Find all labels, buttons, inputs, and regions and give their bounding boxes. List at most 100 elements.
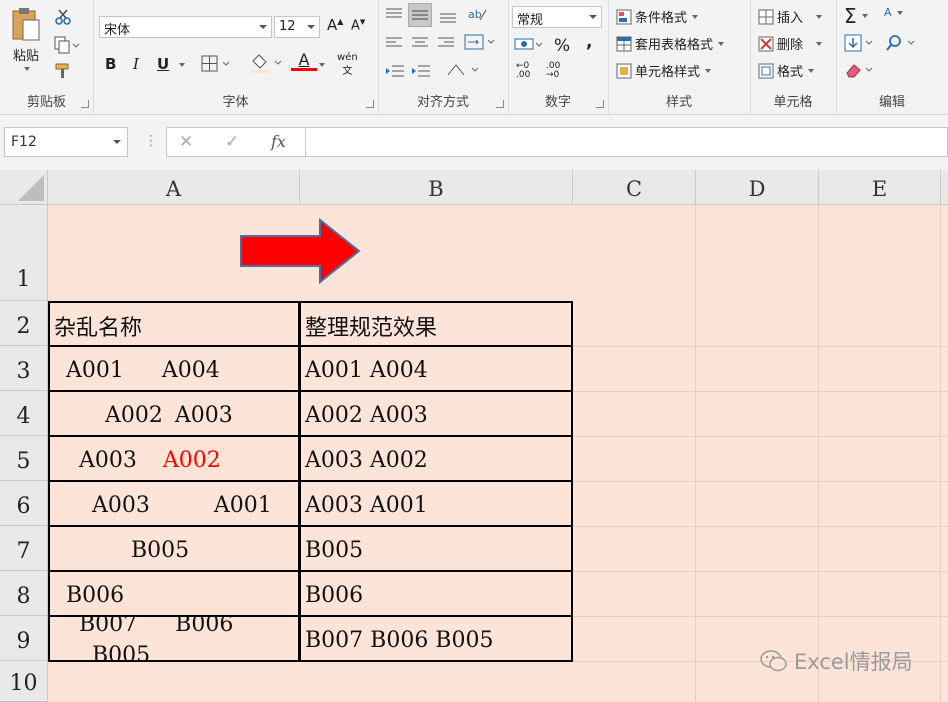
bold-button[interactable]: B: [105, 55, 116, 73]
phonetic-button[interactable]: wén 文: [337, 52, 358, 77]
font-launcher-icon[interactable]: [366, 100, 374, 108]
cell-a4[interactable]: A002 A003: [105, 403, 233, 428]
column-header-d[interactable]: D: [696, 170, 819, 205]
cell-a7[interactable]: B005: [131, 538, 189, 563]
cell-a9[interactable]: B007 B006 B005: [50, 617, 298, 661]
cell-a5[interactable]: A003 A002: [79, 448, 221, 473]
decrease-decimal-button[interactable]: .00 →0: [546, 62, 560, 80]
find-select-icon[interactable]: [886, 34, 920, 52]
align-bottom-icon[interactable]: [438, 6, 458, 24]
currency-icon[interactable]: [514, 36, 546, 54]
cell-a3[interactable]: A001 A004: [66, 358, 220, 383]
column-header-e[interactable]: E: [819, 170, 941, 205]
cell-styles-button[interactable]: 单元格样式: [616, 61, 712, 80]
cell-styles-label: 单元格样式: [635, 65, 701, 80]
cell-b9[interactable]: B007 B006 B005: [305, 628, 493, 653]
italic-button[interactable]: I: [133, 55, 139, 73]
cancel-icon[interactable]: ✕: [179, 132, 193, 152]
cell-b8[interactable]: B006: [305, 583, 363, 608]
gridline: [573, 616, 948, 617]
row-header-9[interactable]: 9: [0, 616, 48, 661]
align-right-icon[interactable]: [436, 36, 456, 50]
column-header-f[interactable]: [941, 170, 948, 205]
row-header-7[interactable]: 7: [0, 526, 48, 571]
grow-font-button[interactable]: A▲: [327, 16, 343, 34]
cell-b5[interactable]: A003 A002: [305, 448, 428, 473]
autosum-button[interactable]: Σ: [844, 4, 868, 28]
percent-button[interactable]: %: [554, 36, 570, 56]
alignment-group-label: 对齐方式: [416, 95, 469, 110]
comma-button[interactable]: ,: [586, 32, 592, 52]
name-box-dropdown-icon[interactable]: [113, 140, 121, 144]
font-size-value: 12: [279, 19, 296, 34]
clipboard-launcher-icon[interactable]: [81, 100, 89, 108]
row-header-10[interactable]: 10: [0, 661, 48, 702]
font-name-value: 宋体: [104, 23, 131, 38]
orientation-icon[interactable]: ab: [466, 4, 488, 24]
increase-indent-icon[interactable]: [410, 63, 432, 79]
align-left-icon[interactable]: [384, 36, 404, 50]
number-format-combo[interactable]: 常规: [512, 6, 602, 28]
merge-center-icon[interactable]: [444, 61, 484, 79]
column-header-c[interactable]: C: [573, 170, 696, 205]
select-all-corner[interactable]: [0, 170, 48, 205]
cells-group-label: 单元格: [773, 95, 813, 110]
column-header-a[interactable]: A: [48, 170, 300, 205]
row-header-2[interactable]: 2: [0, 301, 48, 346]
delete-cells-button[interactable]: 删除: [758, 34, 823, 53]
underline-dropdown-icon[interactable]: [179, 63, 185, 67]
formula-input[interactable]: [306, 127, 948, 157]
align-middle-button[interactable]: [408, 3, 432, 27]
cell-b2[interactable]: 整理规范效果: [305, 310, 437, 342]
font-size-combo[interactable]: 12: [274, 16, 320, 38]
cell-b4[interactable]: A002 A003: [305, 403, 428, 428]
font-color-button[interactable]: A: [291, 50, 317, 71]
cell-a4-part: A002: [105, 403, 163, 428]
confirm-icon[interactable]: ✓: [225, 132, 239, 152]
cell-b7[interactable]: B005: [305, 538, 363, 563]
insert-function-icon[interactable]: fx: [271, 132, 286, 151]
formula-bar-grip-icon[interactable]: ⋮: [144, 133, 158, 149]
cell-a8[interactable]: B006: [66, 583, 124, 608]
row-header-8[interactable]: 8: [0, 571, 48, 616]
right-arrow-shape[interactable]: [238, 217, 364, 285]
row-header-4[interactable]: 4: [0, 391, 48, 436]
row-header-5[interactable]: 5: [0, 436, 48, 481]
cell-b3[interactable]: A001 A004: [305, 358, 428, 383]
number-launcher-icon[interactable]: [596, 100, 604, 108]
formula-buttons: ✕ ✓ fx: [166, 127, 306, 157]
name-box[interactable]: F12: [4, 127, 128, 157]
conditional-format-button[interactable]: 条件格式: [616, 7, 699, 26]
cell-b6[interactable]: A003 A001: [305, 493, 428, 518]
cell-a6[interactable]: A003 A001: [92, 493, 272, 518]
wrap-text-icon[interactable]: [464, 33, 498, 51]
row-header-6[interactable]: 6: [0, 481, 48, 526]
align-center-icon[interactable]: [410, 36, 430, 50]
alignment-launcher-icon[interactable]: [496, 100, 504, 108]
align-top-icon[interactable]: [384, 6, 404, 24]
format-painter-icon[interactable]: [54, 62, 72, 80]
paste-button[interactable]: 粘贴: [6, 6, 46, 71]
row-header-3[interactable]: 3: [0, 346, 48, 391]
cell-a3-part: A004: [161, 358, 220, 383]
cell-a2[interactable]: 杂乱名称: [54, 310, 142, 342]
font-color-dropdown-icon[interactable]: [319, 63, 325, 67]
clear-icon[interactable]: [844, 61, 878, 79]
borders-icon[interactable]: [201, 55, 231, 73]
insert-cells-button[interactable]: 插入: [758, 7, 823, 26]
copy-icon[interactable]: [54, 36, 80, 54]
cell-a6-part: A001: [213, 493, 272, 518]
fill-down-icon[interactable]: [844, 34, 878, 52]
sort-filter-button[interactable]: A: [884, 6, 903, 19]
format-cells-button[interactable]: 格式: [758, 61, 815, 80]
format-as-table-button[interactable]: 套用表格格式: [616, 34, 725, 53]
underline-button[interactable]: U: [157, 55, 169, 73]
font-name-combo[interactable]: 宋体: [99, 16, 272, 38]
column-header-b[interactable]: B: [300, 170, 573, 205]
shrink-font-button[interactable]: A▼: [351, 18, 365, 33]
cut-icon[interactable]: [54, 8, 72, 26]
decrease-indent-icon[interactable]: [384, 63, 406, 79]
increase-decimal-button[interactable]: ←0.00: [516, 62, 530, 80]
row-header-1[interactable]: 1: [0, 205, 48, 301]
fill-color-icon[interactable]: [249, 52, 283, 74]
